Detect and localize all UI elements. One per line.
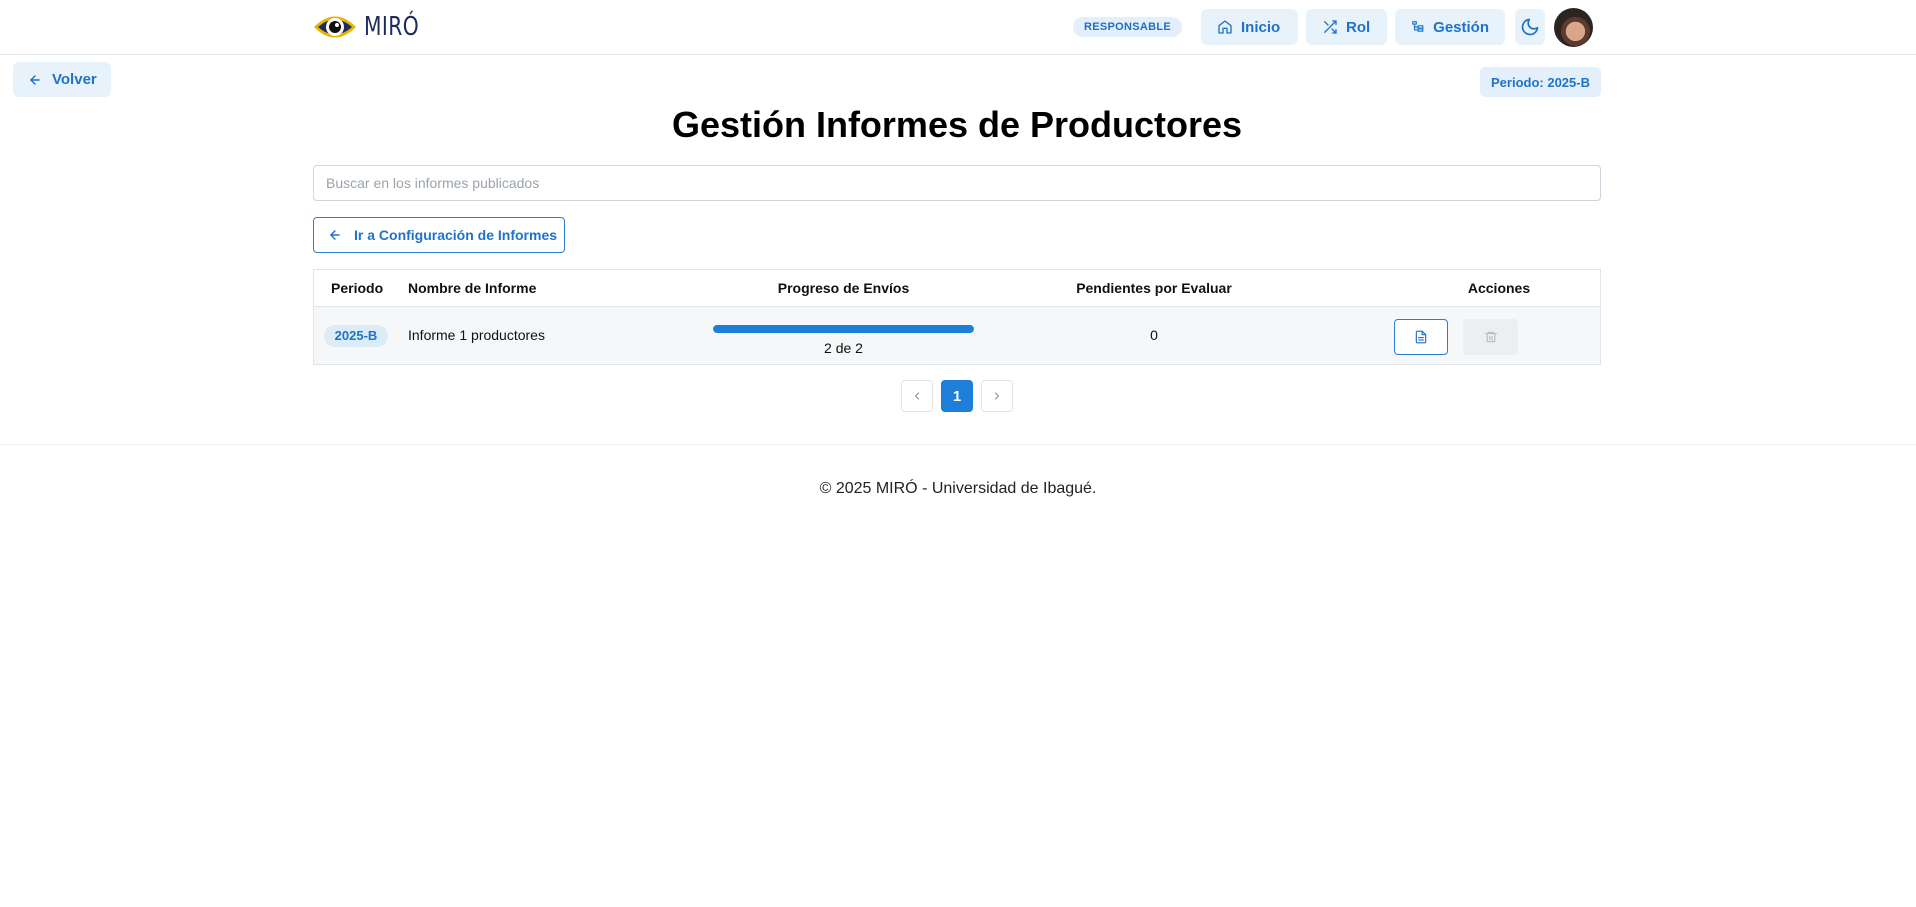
reports-table: Periodo Nombre de Informe Progreso de En… — [313, 269, 1601, 365]
arrow-left-icon — [330, 230, 340, 240]
page-title: Gestión Informes de Productores — [671, 104, 1243, 145]
header-progreso: Progreso de Envíos — [777, 280, 910, 296]
nav-inicio-button[interactable]: Inicio — [1201, 9, 1298, 45]
period-chip: 2025-B — [324, 325, 388, 347]
pagination-prev-button — [901, 380, 933, 412]
header-nombre: Nombre de Informe — [408, 280, 537, 296]
progress-bar — [713, 325, 974, 333]
back-label: Volver — [52, 71, 97, 88]
report-name: Informe 1 productores — [408, 327, 545, 343]
nav-rol-label: Rol — [1346, 18, 1371, 36]
period-badge: Periodo: 2025-B — [1480, 67, 1601, 97]
moon-icon — [1521, 18, 1539, 36]
chevron-right-icon — [994, 392, 1000, 400]
document-icon — [1415, 330, 1427, 344]
header-acciones: Acciones — [1467, 280, 1531, 296]
header-periodo: Periodo — [331, 280, 384, 296]
table-header: Periodo Nombre de Informe Progreso de En… — [314, 270, 1600, 307]
theme-toggle-button[interactable] — [1515, 9, 1545, 45]
user-avatar[interactable] — [1554, 8, 1593, 47]
brand-logo[interactable]: MIRÓ — [312, 8, 435, 46]
nav-gestion-label: Gestión — [1433, 18, 1489, 36]
top-navbar: MIRÓ RESPONSABLE Inicio Rol Gestión — [0, 0, 1916, 55]
nav-gestion-button[interactable]: Gestión — [1395, 9, 1505, 45]
hierarchy-icon — [1412, 21, 1424, 32]
chevron-left-icon — [914, 392, 920, 400]
table-row: 2025-B Informe 1 productores 2 de 2 0 — [314, 307, 1600, 364]
arrow-left-icon — [30, 74, 40, 85]
header-pendientes: Pendientes por Evaluar — [1076, 280, 1232, 296]
progress-fill — [713, 325, 974, 333]
home-icon — [1218, 20, 1232, 34]
footer: © 2025 MIRÓ - Universidad de Ibagué. — [0, 444, 1916, 536]
nav-rol-button[interactable]: Rol — [1306, 9, 1387, 45]
back-button[interactable]: Volver — [13, 62, 111, 97]
delete-report-button — [1463, 319, 1518, 355]
shuffle-icon — [1324, 20, 1337, 34]
eye-logo-icon — [314, 16, 356, 38]
progress-text: 2 de 2 — [824, 340, 863, 356]
config-reports-button[interactable]: Ir a Configuración de Informes — [313, 217, 565, 253]
pagination-next-button — [981, 380, 1013, 412]
brand-name: MIRÓ — [364, 12, 420, 42]
pagination-page-1[interactable]: 1 — [941, 380, 973, 412]
role-badge: RESPONSABLE — [1073, 17, 1183, 37]
pending-count: 0 — [1150, 327, 1158, 343]
search-input[interactable] — [313, 165, 1601, 201]
config-reports-label: Ir a Configuración de Informes — [354, 227, 558, 243]
view-report-button[interactable] — [1394, 319, 1448, 355]
trash-icon — [1484, 331, 1497, 343]
nav-inicio-label: Inicio — [1241, 18, 1281, 36]
footer-text: © 2025 MIRÓ - Universidad de Ibagué. — [819, 480, 1097, 497]
